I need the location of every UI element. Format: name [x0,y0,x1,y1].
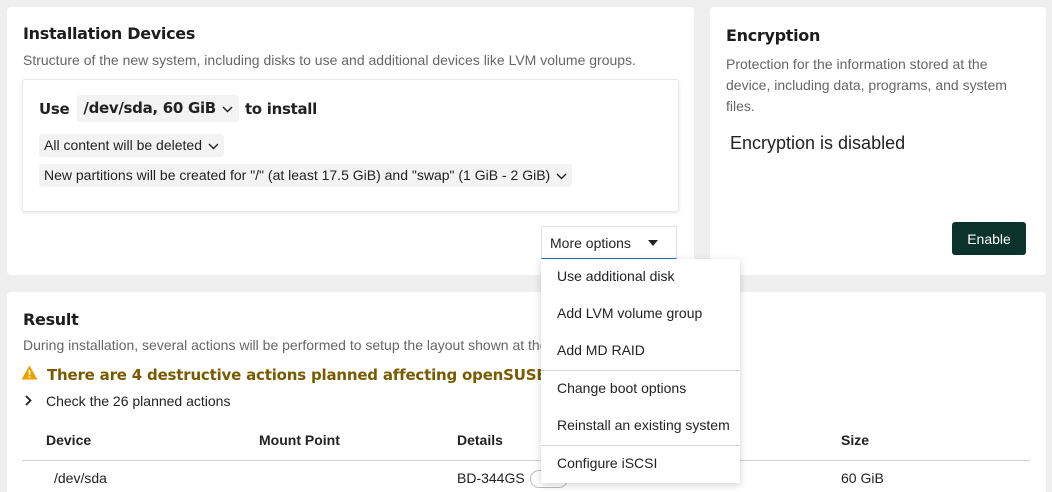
more-options-button[interactable]: More options [541,226,677,259]
installation-devices-title: Installation Devices [23,24,196,43]
chevron-down-icon [222,99,233,117]
partitions-option-label: New partitions will be created for "/" (… [44,167,551,183]
column-header-details: Details [457,432,503,448]
disk-selector[interactable]: /dev/sda, 60 GiB [77,95,239,122]
content-option-label: All content will be deleted [44,137,202,153]
disk-selector-label: /dev/sda, 60 GiB [83,99,216,117]
table-header-divider [22,460,1030,461]
planned-actions-label: Check the 26 planned actions [46,393,231,409]
installation-devices-description: Structure of the new system, including d… [23,52,636,68]
encryption-status: Encryption is disabled [730,133,906,153]
menu-item-add-lvm-volume-group[interactable]: Add LVM volume group [541,296,740,330]
use-prefix: Use [39,99,70,118]
encryption-card: Encryption Protection for the informatio… [710,7,1046,275]
more-options-label: More options [550,234,631,251]
planned-actions-toggle[interactable]: Check the 26 planned actions [25,393,230,409]
use-suffix: to install [244,99,317,118]
chevron-down-icon [208,137,219,153]
chevron-right-icon [25,393,32,409]
enable-encryption-button[interactable]: Enable [952,222,1026,255]
column-header-device: Device [46,432,92,448]
installation-devices-panel: Use /dev/sda, 60 GiB to install All cont… [22,79,679,212]
menu-item-reinstall-existing-system[interactable]: Reinstall an existing system [541,408,740,442]
content-option-selector[interactable]: All content will be deleted [39,134,224,157]
menu-item-add-md-raid[interactable]: Add MD RAID [541,333,740,367]
encryption-description: Protection for the information stored at… [726,56,1007,114]
menu-item-configure-iscsi[interactable]: Configure iSCSI [541,446,740,480]
installation-devices-card: Installation Devices Structure of the ne… [7,7,694,275]
chevron-down-icon [556,167,567,183]
caret-down-icon [648,240,658,246]
menu-item-change-boot-options[interactable]: Change boot options [541,371,740,405]
cell-device: /dev/sda [54,470,107,486]
menu-item-use-additional-disk[interactable]: Use additional disk [541,259,740,293]
column-header-mount-point: Mount Point [259,432,340,448]
column-header-size: Size [841,432,870,448]
result-card: Result During installation, several acti… [7,292,1046,492]
partitions-option-selector[interactable]: New partitions will be created for "/" (… [39,164,573,187]
use-disk-line: Use /dev/sda, 60 GiB to install [39,95,317,122]
warning-icon [21,365,38,384]
result-description: During installation, several actions wil… [23,337,548,353]
cell-size: 60 GiB [841,470,884,486]
encryption-title: Encryption [726,26,821,45]
result-title: Result [23,310,79,329]
cell-details-text: BD-344GS [457,470,525,486]
more-options-menu: Use additional disk Add LVM volume group… [541,259,740,483]
